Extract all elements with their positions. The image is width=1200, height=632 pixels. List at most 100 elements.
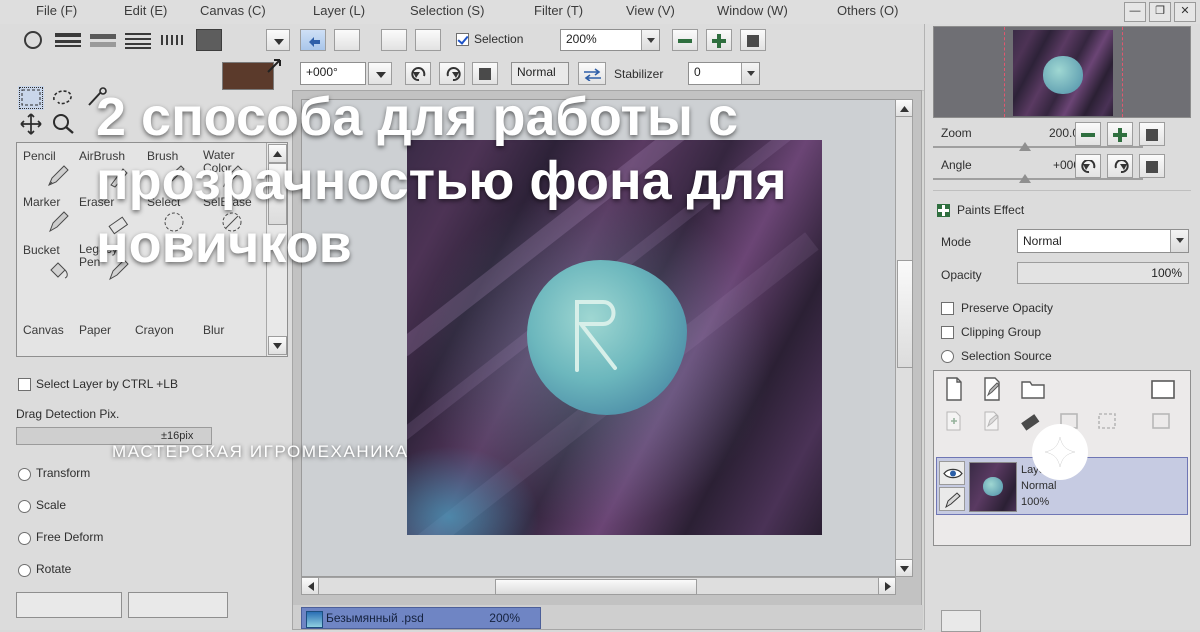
- brush-label-canvas[interactable]: Canvas: [23, 323, 64, 337]
- lines-list-icon[interactable]: [124, 30, 152, 50]
- new-folder-icon[interactable]: [1018, 375, 1048, 403]
- menu-item-selection[interactable]: Selection (S): [410, 3, 484, 18]
- menu-item-window[interactable]: Window (W): [717, 3, 788, 18]
- chevron-down-icon[interactable]: [641, 30, 659, 50]
- angle-field[interactable]: +000°: [300, 62, 366, 85]
- merge-layer-icon[interactable]: [980, 409, 1004, 433]
- dotted-pattern-icon[interactable]: [159, 30, 187, 50]
- tool-rect-select-icon[interactable]: [18, 86, 44, 110]
- nav-zoom-in-button[interactable]: [1107, 122, 1133, 146]
- selection-checkbox[interactable]: [456, 33, 469, 46]
- navigator-thumbnail: [1013, 30, 1113, 116]
- new-layer-icon[interactable]: [940, 375, 968, 403]
- tool-lasso-icon[interactable]: [50, 86, 76, 110]
- layer-options-icon[interactable]: [1148, 375, 1178, 403]
- canvas-hscrollbar[interactable]: [301, 577, 896, 595]
- toolbar-button-3[interactable]: [415, 29, 441, 51]
- bottom-field-left[interactable]: [16, 592, 122, 618]
- lines-thick-icon[interactable]: [54, 30, 82, 50]
- stabilizer-label: Stabilizer: [614, 67, 664, 81]
- menu-item-view[interactable]: View (V): [626, 3, 675, 18]
- marker-icon[interactable]: [45, 209, 71, 235]
- opacity-value: 100%: [1151, 266, 1182, 280]
- canvas-scroll-right-button[interactable]: [878, 577, 896, 595]
- canvas-scroll-down-button[interactable]: [895, 559, 913, 577]
- zoom-out-button[interactable]: [672, 29, 698, 51]
- delete-layer-icon[interactable]: [1148, 409, 1174, 433]
- chevron-down-icon-stabilizer[interactable]: [741, 63, 759, 84]
- zoom-fit-button[interactable]: [740, 29, 766, 51]
- new-draw-layer-icon[interactable]: [978, 375, 1006, 403]
- radio-scale[interactable]: [18, 500, 31, 513]
- menu-item-filter[interactable]: Filter (T): [534, 3, 583, 18]
- pencil-icon[interactable]: [45, 163, 71, 189]
- document-tab[interactable]: Безымянный .psd 200%: [301, 607, 541, 629]
- toolbar-button-2[interactable]: [381, 29, 407, 51]
- chevron-down-icon-mode[interactable]: [1170, 230, 1188, 252]
- close-button[interactable]: ✕: [1174, 2, 1196, 22]
- zoom-combo[interactable]: 200%: [560, 29, 660, 51]
- radio-rotate[interactable]: [18, 564, 31, 577]
- nav-rotate-left-button[interactable]: [1075, 154, 1101, 178]
- layer-edit-toggle[interactable]: [939, 487, 965, 511]
- blend-mode-field[interactable]: Normal: [511, 62, 569, 85]
- preserve-opacity-checkbox[interactable]: [941, 302, 954, 315]
- menu-item-file[interactable]: File (F): [36, 3, 77, 18]
- canvas-scroll-left-button[interactable]: [301, 577, 319, 595]
- brush-label-crayon[interactable]: Crayon: [135, 323, 174, 337]
- zoom-in-button[interactable]: [706, 29, 732, 51]
- stabilizer-combo[interactable]: 0: [688, 62, 760, 85]
- tool-zoom-icon[interactable]: [50, 112, 76, 136]
- brush-label-marker[interactable]: Marker: [23, 195, 60, 209]
- nav-rotate-reset-button[interactable]: [1139, 154, 1165, 178]
- canvas-hscroll-thumb[interactable]: [495, 579, 697, 595]
- angle-value: +000°: [306, 65, 338, 79]
- paints-effect-expand-icon[interactable]: [937, 204, 950, 217]
- tool-move-icon[interactable]: [18, 112, 44, 136]
- bottom-field-right[interactable]: [128, 592, 228, 618]
- navigator-guide-right: [1122, 27, 1123, 117]
- radio-transform[interactable]: [18, 468, 31, 481]
- zoom-combo-value: 200%: [566, 32, 597, 46]
- bucket-icon[interactable]: [45, 257, 71, 283]
- clipping-group-checkbox[interactable]: [941, 326, 954, 339]
- swatch-arrow-icon[interactable]: [266, 58, 284, 76]
- layer-mask-icon[interactable]: [1094, 409, 1120, 433]
- nav-zoom-out-button[interactable]: [1075, 122, 1101, 146]
- mode-combo[interactable]: Normal: [1017, 229, 1189, 253]
- toolbar-button-1[interactable]: [334, 29, 360, 51]
- layer-footer-button[interactable]: [941, 610, 981, 632]
- nav-zoom-reset-button[interactable]: [1139, 122, 1165, 146]
- brush-shape-circle-icon[interactable]: [22, 30, 44, 50]
- minimize-button[interactable]: —: [1124, 2, 1146, 22]
- duplicate-layer-icon[interactable]: [942, 409, 966, 433]
- opacity-slider[interactable]: 100%: [1017, 262, 1189, 284]
- angle-dropdown-button[interactable]: [368, 62, 392, 85]
- rotate-right-button[interactable]: [439, 62, 465, 85]
- lines-gradient-icon[interactable]: [89, 30, 117, 50]
- selection-source-radio[interactable]: [941, 350, 954, 363]
- fill-preview-icon[interactable]: [196, 29, 222, 51]
- navigator-preview[interactable]: [933, 26, 1191, 118]
- menu-item-edit[interactable]: Edit (E): [124, 3, 167, 18]
- menu-item-layer[interactable]: Layer (L): [313, 3, 365, 18]
- menu-item-canvas[interactable]: Canvas (C): [200, 3, 266, 18]
- nav-rotate-right-button[interactable]: [1107, 154, 1133, 178]
- reset-view-button[interactable]: [472, 62, 498, 85]
- drag-detection-label: Drag Detection Pix.: [16, 407, 120, 421]
- erase-layer-icon[interactable]: [1018, 409, 1044, 433]
- radio-free-deform[interactable]: [18, 532, 31, 545]
- rotate-left-button[interactable]: [405, 62, 431, 85]
- layer-visibility-toggle[interactable]: [939, 461, 965, 485]
- brush-label-blur[interactable]: Blur: [203, 323, 224, 337]
- swap-button[interactable]: [578, 62, 606, 85]
- brush-label-pencil[interactable]: Pencil: [23, 149, 56, 163]
- brush-scroll-down-button[interactable]: [268, 336, 287, 355]
- menu-item-others[interactable]: Others (O): [837, 3, 898, 18]
- select-layer-checkbox[interactable]: [18, 378, 31, 391]
- brush-label-paper[interactable]: Paper: [79, 323, 111, 337]
- maximize-button[interactable]: ❐: [1149, 2, 1171, 22]
- dropdown-toolbar-button[interactable]: [266, 29, 290, 51]
- brush-label-bucket[interactable]: Bucket: [23, 243, 60, 257]
- undo-history-button[interactable]: [300, 29, 326, 51]
